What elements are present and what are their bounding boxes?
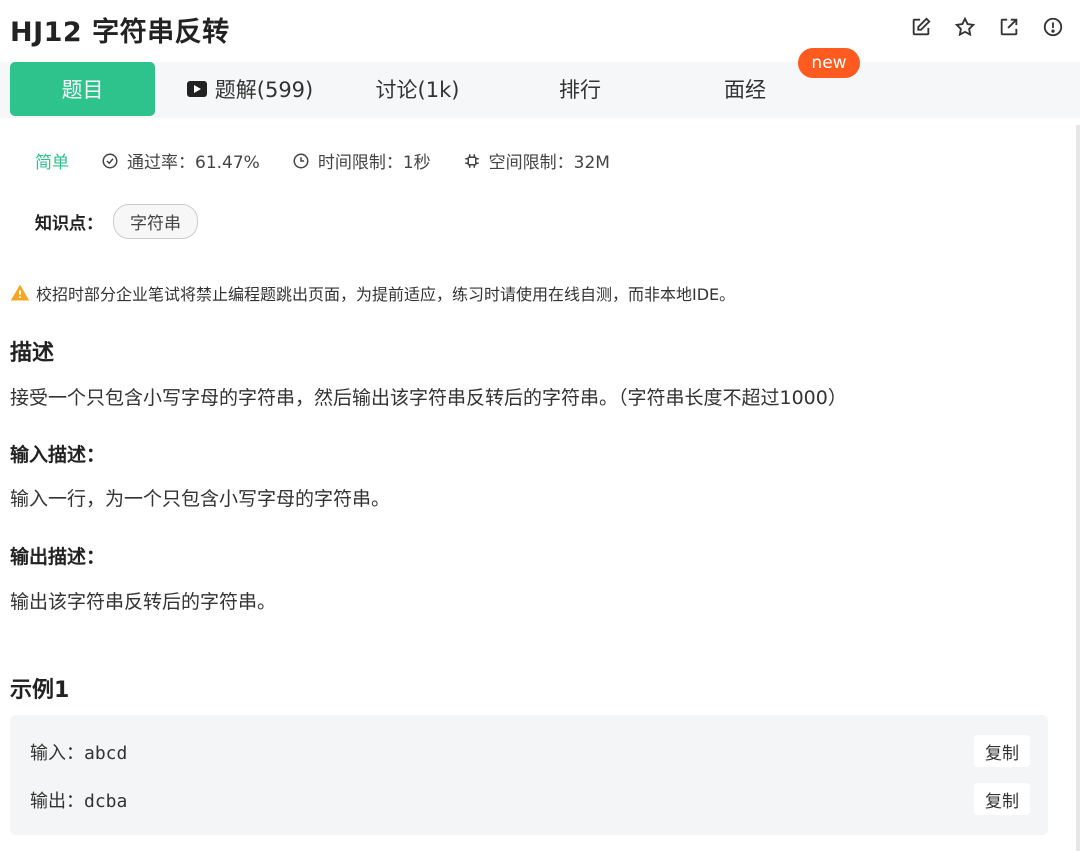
copy-output-button[interactable]: 复制 <box>974 783 1030 815</box>
warning-icon <box>10 284 30 301</box>
problem-meta: 简单 通过率：61.47% 时间限制：1秒 空间限制：32M <box>35 148 642 173</box>
difficulty-label: 简单 <box>35 153 69 173</box>
tab-bar: 题目 题解(599) 讨论(1k) 排行 面经 <box>0 62 1080 118</box>
example-output-label: 输出： <box>30 791 84 812</box>
tab-label: 题目 <box>61 78 104 102</box>
warning-text: 校招时部分企业笔试将禁止编程题跳出页面，为提前适应，练习时请使用在线自测，而非本… <box>36 285 736 304</box>
tab-label: 讨论(1k) <box>375 78 460 102</box>
description-heading: 描述 <box>10 341 55 366</box>
example-output: 输出：dcba <box>30 787 127 813</box>
space-limit: 空间限制：32M <box>463 148 610 173</box>
tab-discussion[interactable]: 讨论(1k) <box>345 62 490 116</box>
star-icon[interactable] <box>952 14 978 40</box>
example-input-value: abcd <box>84 743 128 764</box>
new-badge: new <box>798 48 860 78</box>
problem-title: HJ12 字符串反转 <box>10 17 230 48</box>
copy-input-button[interactable]: 复制 <box>974 735 1030 767</box>
video-icon <box>186 81 207 97</box>
tab-label: 题解(599) <box>214 78 314 102</box>
knowledge-tag[interactable]: 字符串 <box>113 204 198 239</box>
knowledge-label: 知识点： <box>35 214 103 234</box>
example-box: 输入：abcd 复制 输出：dcba 复制 <box>10 715 1048 835</box>
output-desc-text: 输出该字符串反转后的字符串。 <box>10 591 277 613</box>
example-output-value: dcba <box>84 791 128 812</box>
time-limit: 时间限制：1秒 <box>292 148 431 173</box>
input-desc-text: 输入一行，为一个只包含小写字母的字符串。 <box>10 488 391 510</box>
example-input-label: 输入： <box>30 743 84 764</box>
time-limit-text: 时间限制：1秒 <box>317 153 431 173</box>
tab-label: 排行 <box>559 78 601 102</box>
description-text: 接受一个只包含小写字母的字符串，然后输出该字符串反转后的字符串。（字符串长度不超… <box>10 387 847 409</box>
pass-rate-text: 通过率：61.47% <box>127 153 260 173</box>
chip-icon <box>464 153 479 168</box>
input-desc-heading: 输入描述： <box>10 444 106 466</box>
check-circle-icon <box>102 153 118 168</box>
share-icon[interactable] <box>996 14 1022 40</box>
example-input: 输入：abcd <box>30 739 127 765</box>
knowledge-points: 知识点： 字符串 <box>35 204 198 239</box>
clock-icon <box>293 153 309 168</box>
space-limit-text: 空间限制：32M <box>488 153 610 173</box>
toolbar-icons <box>908 14 1066 40</box>
tab-problem[interactable]: 题目 <box>10 62 155 116</box>
report-icon[interactable] <box>1040 14 1066 40</box>
tab-solutions[interactable]: 题解(599) <box>170 62 330 116</box>
example-heading: 示例1 <box>10 678 70 703</box>
scrollbar[interactable] <box>1076 125 1080 851</box>
warning-notice: 校招时部分企业笔试将禁止编程题跳出页面，为提前适应，练习时请使用在线自测，而非本… <box>10 281 735 305</box>
output-desc-heading: 输出描述： <box>10 546 106 568</box>
tab-interview[interactable]: 面经 <box>675 62 815 116</box>
edit-icon[interactable] <box>908 14 934 40</box>
tab-ranking[interactable]: 排行 <box>510 62 650 116</box>
pass-rate: 通过率：61.47% <box>101 148 260 173</box>
tab-label: 面经 <box>724 78 766 102</box>
